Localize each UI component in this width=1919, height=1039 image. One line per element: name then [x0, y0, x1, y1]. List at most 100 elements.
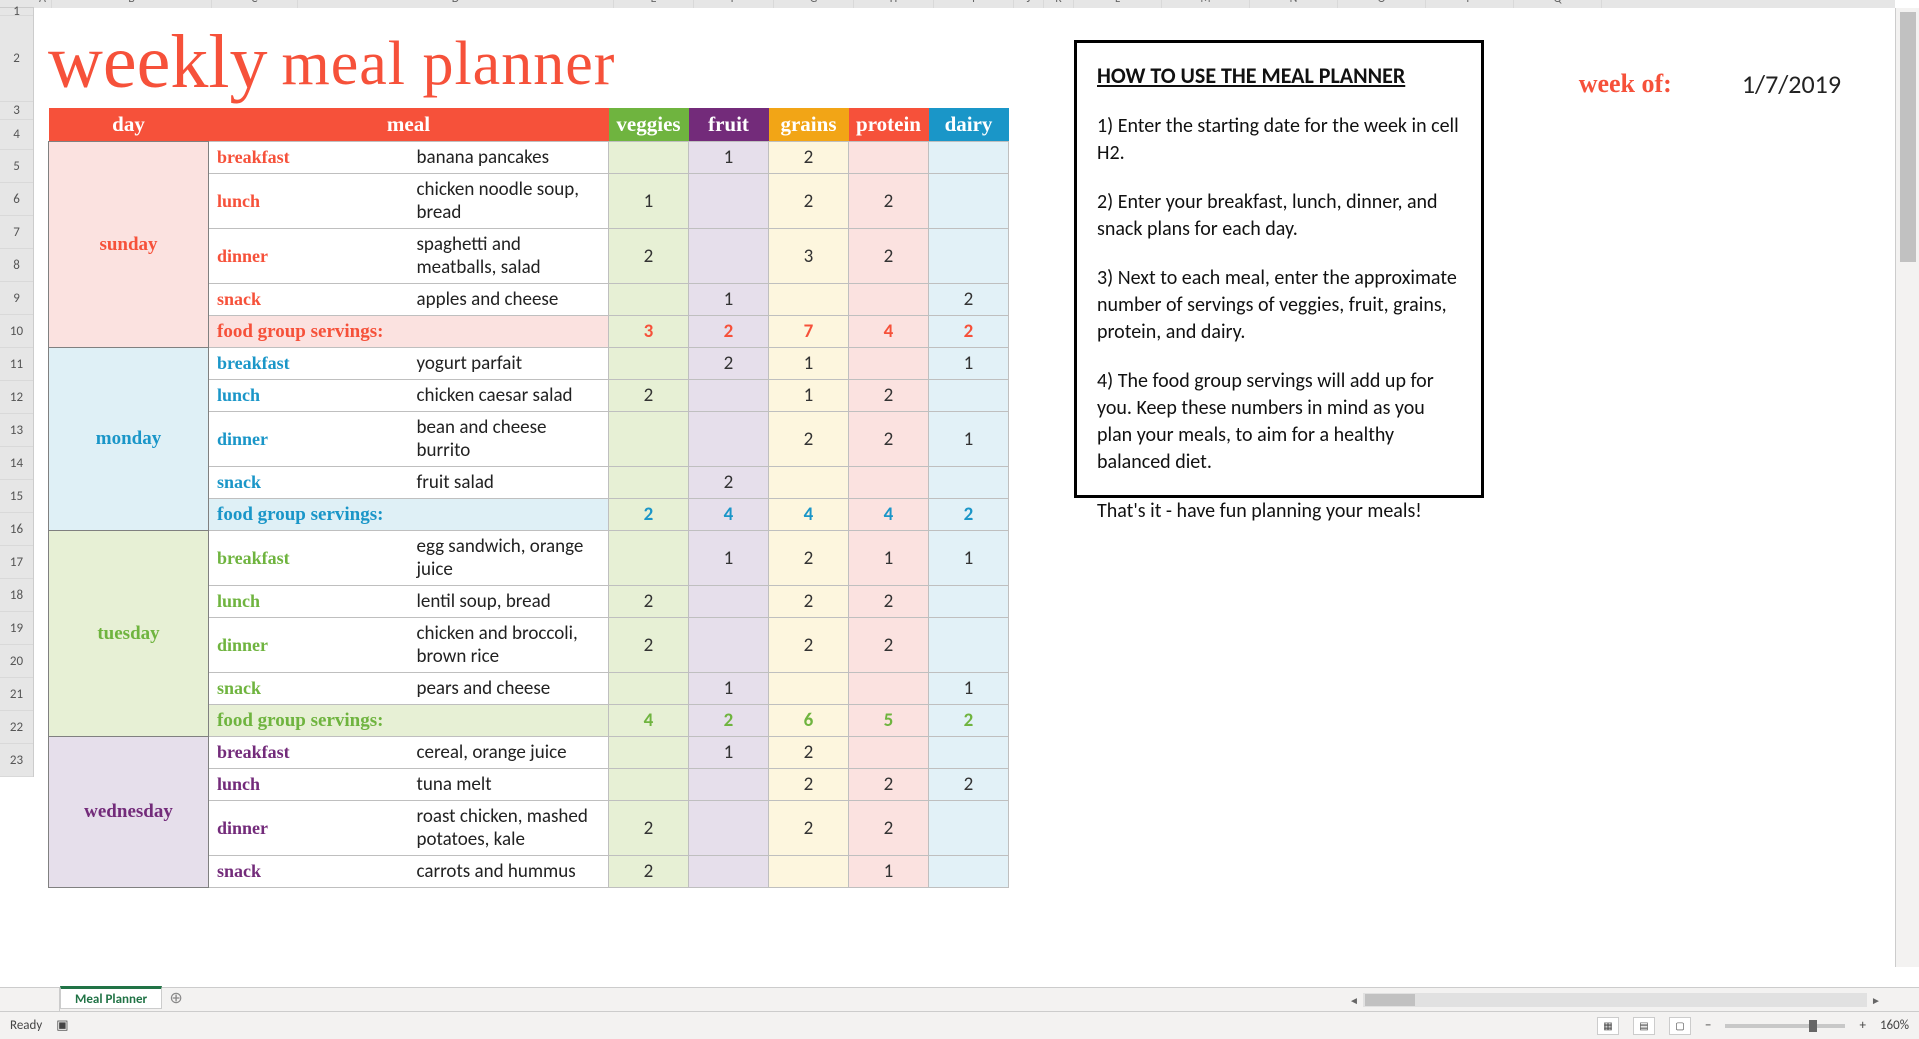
servings-cell[interactable]: 2 — [929, 284, 1009, 316]
totals-value[interactable]: 4 — [689, 499, 769, 531]
meal-type-cell[interactable]: snack — [209, 467, 409, 499]
servings-cell[interactable] — [689, 769, 769, 801]
totals-value[interactable]: 2 — [929, 705, 1009, 737]
servings-cell[interactable]: 1 — [849, 531, 929, 586]
row-header-14[interactable]: 14 — [0, 447, 33, 480]
meal-row[interactable]: wednesdaybreakfastcereal, orange juice12 — [49, 737, 1009, 769]
day-cell-monday[interactable]: monday — [49, 348, 209, 531]
meal-food-cell[interactable]: yogurt parfait — [409, 348, 609, 380]
row-header-7[interactable]: 7 — [0, 216, 33, 249]
servings-cell[interactable]: 2 — [769, 142, 849, 174]
servings-cell[interactable] — [849, 737, 929, 769]
header-protein[interactable]: protein — [849, 108, 929, 142]
meal-type-cell[interactable]: dinner — [209, 412, 409, 467]
macro-record-icon[interactable]: ▣ — [56, 1018, 68, 1033]
servings-cell[interactable] — [929, 380, 1009, 412]
servings-cell[interactable]: 2 — [689, 467, 769, 499]
sheet-tab-meal-planner[interactable]: Meal Planner — [60, 986, 162, 1009]
column-header-F[interactable]: F — [694, 0, 774, 8]
meal-type-cell[interactable]: dinner — [209, 618, 409, 673]
scroll-track[interactable] — [1363, 993, 1867, 1007]
meal-type-cell[interactable]: breakfast — [209, 531, 409, 586]
column-header-K[interactable]: K — [1044, 0, 1074, 8]
servings-cell[interactable]: 2 — [689, 348, 769, 380]
servings-cell[interactable]: 2 — [609, 586, 689, 618]
new-sheet-button[interactable]: ⊕ — [162, 988, 190, 1011]
servings-cell[interactable]: 1 — [929, 673, 1009, 705]
servings-cell[interactable]: 2 — [929, 769, 1009, 801]
meal-food-cell[interactable]: cereal, orange juice — [409, 737, 609, 769]
column-header-H[interactable]: H — [854, 0, 934, 8]
servings-cell[interactable]: 2 — [849, 586, 929, 618]
row-header-5[interactable]: 5 — [0, 150, 33, 183]
servings-cell[interactable] — [929, 229, 1009, 284]
zoom-out-button[interactable]: − — [1705, 1018, 1711, 1033]
row-header-13[interactable]: 13 — [0, 414, 33, 447]
servings-cell[interactable]: 1 — [929, 412, 1009, 467]
servings-cell[interactable]: 2 — [609, 229, 689, 284]
zoom-slider[interactable] — [1725, 1024, 1845, 1028]
totals-value[interactable]: 2 — [929, 316, 1009, 348]
day-cell-tuesday[interactable]: tuesday — [49, 531, 209, 737]
meal-food-cell[interactable]: carrots and hummus — [409, 856, 609, 888]
row-header-23[interactable]: 23 — [0, 744, 33, 777]
row-header-8[interactable]: 8 — [0, 249, 33, 282]
servings-cell[interactable]: 2 — [849, 618, 929, 673]
day-cell-wednesday[interactable]: wednesday — [49, 737, 209, 888]
row-header-9[interactable]: 9 — [0, 282, 33, 315]
servings-cell[interactable] — [929, 801, 1009, 856]
totals-value[interactable]: 5 — [849, 705, 929, 737]
servings-cell[interactable]: 1 — [689, 673, 769, 705]
row-header-15[interactable]: 15 — [0, 480, 33, 513]
totals-value[interactable]: 4 — [849, 499, 929, 531]
servings-cell[interactable]: 1 — [769, 348, 849, 380]
totals-value[interactable]: 4 — [769, 499, 849, 531]
servings-cell[interactable]: 2 — [609, 380, 689, 412]
view-page-layout-icon[interactable]: ▤ — [1633, 1017, 1655, 1035]
servings-cell[interactable]: 1 — [609, 174, 689, 229]
meal-type-cell[interactable]: breakfast — [209, 142, 409, 174]
vertical-scroll-thumb[interactable] — [1900, 12, 1916, 262]
meal-food-cell[interactable]: spaghetti and meatballs, salad — [409, 229, 609, 284]
totals-value[interactable]: 7 — [769, 316, 849, 348]
servings-cell[interactable] — [929, 737, 1009, 769]
tab-nav-area[interactable] — [0, 988, 60, 1011]
meal-food-cell[interactable]: pears and cheese — [409, 673, 609, 705]
meal-type-cell[interactable]: lunch — [209, 174, 409, 229]
meal-food-cell[interactable]: banana pancakes — [409, 142, 609, 174]
meal-type-cell[interactable]: dinner — [209, 229, 409, 284]
meal-planner-table[interactable]: day meal veggies fruit grains protein da… — [48, 108, 1009, 888]
row-header-10[interactable]: 10 — [0, 315, 33, 348]
header-veggies[interactable]: veggies — [609, 108, 689, 142]
column-header-N[interactable]: N — [1250, 0, 1338, 8]
column-labels[interactable]: ABCDEFGHIJKLMNOPQ — [34, 0, 1895, 8]
meal-food-cell[interactable]: tuna melt — [409, 769, 609, 801]
week-of-value[interactable]: 1/7/2019 — [1742, 68, 1841, 100]
row-header-20[interactable]: 20 — [0, 645, 33, 678]
header-day[interactable]: day — [49, 108, 209, 142]
day-cell-sunday[interactable]: sunday — [49, 142, 209, 348]
meal-type-cell[interactable]: snack — [209, 856, 409, 888]
servings-cell[interactable]: 2 — [609, 801, 689, 856]
column-header-A[interactable]: A — [34, 0, 52, 8]
servings-cell[interactable] — [689, 586, 769, 618]
servings-cell[interactable] — [769, 467, 849, 499]
servings-cell[interactable]: 1 — [769, 380, 849, 412]
servings-cell[interactable] — [929, 174, 1009, 229]
meal-type-cell[interactable]: breakfast — [209, 348, 409, 380]
meal-food-cell[interactable]: fruit salad — [409, 467, 609, 499]
header-grains[interactable]: grains — [769, 108, 849, 142]
row-header-1[interactable]: 1 — [0, 8, 33, 16]
column-header-Q[interactable]: Q — [1514, 0, 1602, 8]
column-header-C[interactable]: C — [212, 0, 298, 8]
servings-cell[interactable] — [929, 142, 1009, 174]
totals-value[interactable]: 2 — [689, 705, 769, 737]
servings-cell[interactable] — [769, 673, 849, 705]
row-header-19[interactable]: 19 — [0, 612, 33, 645]
servings-cell[interactable] — [929, 467, 1009, 499]
vertical-scrollbar[interactable] — [1895, 8, 1919, 967]
meal-type-cell[interactable]: lunch — [209, 380, 409, 412]
zoom-level[interactable]: 160% — [1880, 1018, 1909, 1033]
servings-cell[interactable]: 2 — [609, 618, 689, 673]
row-header-4[interactable]: 4 — [0, 120, 33, 150]
